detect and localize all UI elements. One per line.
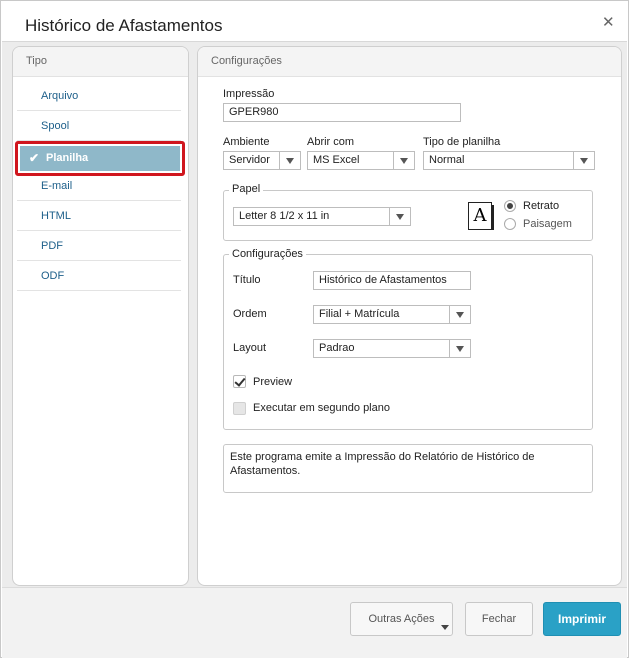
impressao-label: Impressão <box>223 88 275 100</box>
ordem-label: Ordem <box>233 308 267 320</box>
abrir-com-value: MS Excel <box>313 154 360 166</box>
titulo-label: Título <box>233 274 261 286</box>
papel-size-select[interactable]: Letter 8 1/2 x 11 in <box>233 207 411 226</box>
preview-checkbox[interactable] <box>233 375 246 388</box>
abrir-com-label: Abrir com <box>307 136 355 148</box>
print-dialog: Histórico de Afastamentos ✕ Tipo Arquivo… <box>0 0 629 658</box>
tipo-item-pdf[interactable]: PDF <box>17 232 181 261</box>
paisagem-radio[interactable] <box>504 218 516 230</box>
close-icon[interactable]: ✕ <box>602 14 615 32</box>
layout-label: Layout <box>233 342 267 354</box>
papel-size-value: Letter 8 1/2 x 11 in <box>239 210 330 222</box>
layout-value: Padrao <box>319 342 355 354</box>
tipo-item-spool[interactable]: Spool <box>17 112 181 141</box>
tipo-planilha-value: Normal <box>429 154 465 166</box>
papel-legend: Papel <box>229 183 264 195</box>
tipo-selected-highlight: ✔ Planilha <box>15 141 185 176</box>
ordem-select[interactable]: Filial + Matrícula <box>313 305 471 324</box>
outras-acoes-label: Outras Ações <box>368 613 435 625</box>
tipo-panel: Tipo Arquivo Spool ✔ Planilha E-mail HTM… <box>12 46 189 586</box>
configuracoes-header: Configurações <box>198 47 621 77</box>
abrir-com-select[interactable]: MS Excel <box>307 151 415 170</box>
dialog-footer: Outras Ações Fechar Imprimir <box>2 587 627 658</box>
preview-label: Preview <box>253 376 293 388</box>
paisagem-label: Paisagem <box>523 218 572 230</box>
tipo-item-planilha[interactable]: ✔ Planilha <box>20 146 180 171</box>
fechar-button[interactable]: Fechar <box>465 602 533 636</box>
chevron-down-icon <box>449 340 470 357</box>
ambiente-value: Servidor <box>229 154 270 166</box>
chevron-down-icon <box>393 152 414 169</box>
outras-acoes-button[interactable]: Outras Ações <box>350 602 453 636</box>
chevron-down-icon <box>449 306 470 323</box>
chevron-down-icon <box>441 625 449 630</box>
titulo-field[interactable]: Histórico de Afastamentos <box>313 271 471 290</box>
layout-select[interactable]: Padrao <box>313 339 471 358</box>
segundo-plano-checkbox[interactable] <box>233 402 246 415</box>
segundo-plano-label: Executar em segundo plano <box>253 402 390 414</box>
tipo-item-odf[interactable]: ODF <box>17 262 181 291</box>
imprimir-button[interactable]: Imprimir <box>543 602 621 636</box>
configuracoes-legend: Configurações <box>229 248 306 260</box>
chevron-down-icon <box>279 152 300 169</box>
description-box: Este programa emite a Impressão do Relat… <box>223 444 593 493</box>
retrato-label: Retrato <box>523 200 560 212</box>
ordem-value: Filial + Matrícula <box>319 308 400 320</box>
tipo-planilha-select[interactable]: Normal <box>423 151 595 170</box>
ambiente-select[interactable]: Servidor <box>223 151 301 170</box>
chevron-down-icon <box>389 208 410 225</box>
retrato-radio[interactable] <box>504 200 516 212</box>
tipo-planilha-label: Tipo de planilha <box>423 136 501 148</box>
tipo-item-html[interactable]: HTML <box>17 202 181 231</box>
portrait-page-icon: A <box>468 202 494 230</box>
tipo-item-arquivo[interactable]: Arquivo <box>17 82 181 111</box>
tipo-item-label: Planilha <box>46 152 89 164</box>
chevron-down-icon <box>573 152 594 169</box>
check-icon: ✔ <box>29 151 40 165</box>
tipo-header: Tipo <box>13 47 188 77</box>
dialog-title: Histórico de Afastamentos <box>25 16 223 35</box>
impressao-field[interactable]: GPER980 <box>223 103 461 122</box>
ambiente-label: Ambiente <box>223 136 270 148</box>
tipo-item-email[interactable]: E-mail <box>17 172 181 201</box>
